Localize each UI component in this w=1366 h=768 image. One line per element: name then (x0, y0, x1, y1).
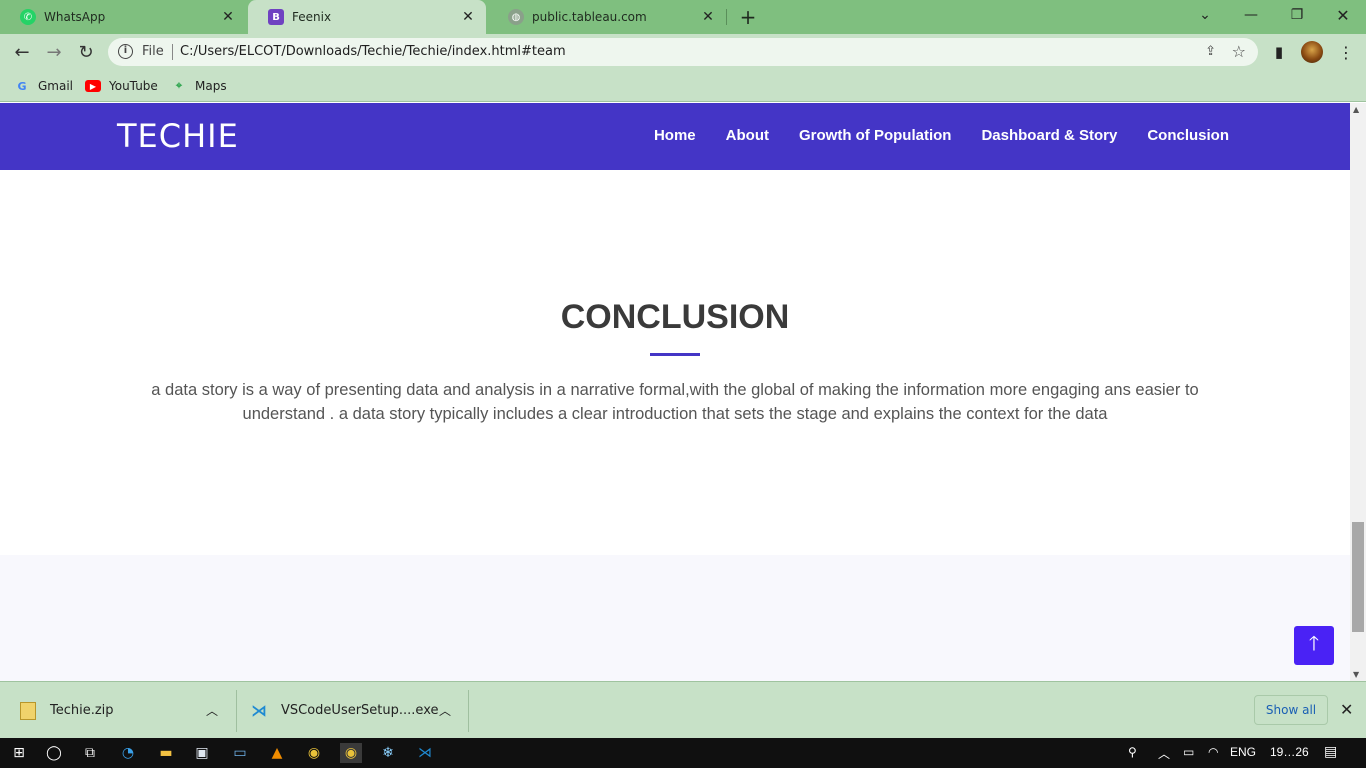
vscode-taskbar-icon[interactable]: ⋊ (414, 743, 436, 763)
download-filename: Techie.zip (50, 703, 114, 718)
edge-icon[interactable]: ◔ (117, 743, 139, 763)
show-all-button[interactable]: Show all (1254, 695, 1328, 725)
notifications-icon[interactable]: ▤ (1324, 743, 1337, 760)
windows-taskbar: ⊞ ◯ ⧉ ◔ ▬ ▣ ▭ ▲ ◉ ◉ ❄ ⋊ ⚲ ︿ ▭ ◠ ENG 19…2… (0, 738, 1366, 768)
minimize-button[interactable]: — (1228, 0, 1274, 30)
task-view-icon[interactable]: ⧉ (79, 743, 101, 763)
search-icon[interactable]: ◯ (43, 743, 65, 763)
tab-whatsapp[interactable]: ✆ WhatsApp ✕ (0, 0, 246, 34)
maps-icon: ⌖ (175, 79, 183, 92)
globe-icon: ◍ (508, 9, 524, 25)
tray-chevron-icon[interactable]: ︿ (1158, 745, 1170, 762)
nav-home[interactable]: Home (654, 127, 696, 144)
menu-kebab-icon[interactable]: ⋮ (1336, 42, 1356, 62)
language-indicator[interactable]: ENG (1230, 745, 1256, 759)
site-nav: Home About Growth of Population Dashboar… (654, 127, 1229, 144)
back-icon[interactable]: ← (11, 41, 33, 63)
close-download-bar-icon[interactable]: ✕ (1340, 700, 1353, 719)
title-underline (650, 353, 700, 356)
page-viewport: TECHIE Home About Growth of Population D… (0, 103, 1350, 681)
tab-tableau[interactable]: ◍ public.tableau.com ✕ (488, 0, 726, 34)
tab-feenix[interactable]: B Feenix ✕ (248, 0, 486, 34)
snipping-tool-icon[interactable]: ❄ (377, 743, 399, 763)
restore-button[interactable]: ❐ (1274, 0, 1320, 30)
file-explorer-icon[interactable]: ▬ (155, 743, 177, 763)
profile-avatar[interactable] (1301, 41, 1323, 63)
vlc-icon[interactable]: ▲ (266, 743, 288, 763)
page-scrollbar[interactable]: ▲ ▼ (1350, 103, 1366, 681)
scroll-up-icon[interactable]: ▲ (1353, 105, 1359, 114)
zip-file-icon (20, 701, 36, 720)
scrollbar-thumb[interactable] (1352, 522, 1364, 632)
bootstrap-icon: B (268, 9, 284, 25)
download-filename: VSCodeUserSetup....exe (281, 703, 439, 718)
scheme-label: File (142, 44, 164, 59)
section-title: CONCLUSION (560, 298, 790, 336)
chevron-up-icon[interactable]: ︿ (206, 702, 218, 719)
bookmark-maps[interactable]: ⌖ Maps (171, 77, 227, 95)
google-icon: G (17, 79, 27, 93)
tab-separator (726, 9, 727, 25)
bookmark-label: YouTube (109, 79, 158, 93)
new-tab-button[interactable]: + (738, 7, 758, 27)
nav-about[interactable]: About (726, 127, 769, 144)
store-icon[interactable]: ▣ (191, 743, 213, 763)
clock[interactable]: 19…26 (1270, 745, 1309, 759)
nav-conclusion[interactable]: Conclusion (1147, 127, 1229, 144)
download-item-techie-zip[interactable]: Techie.zip ︿ (20, 682, 230, 739)
bookmark-gmail[interactable]: G Gmail (14, 77, 73, 95)
nav-growth-of-population[interactable]: Growth of Population (799, 127, 951, 144)
nav-dashboard-story[interactable]: Dashboard & Story (981, 127, 1117, 144)
scroll-down-icon[interactable]: ▼ (1353, 670, 1359, 679)
site-info-icon[interactable]: i (118, 44, 133, 59)
tab-search-button[interactable]: ⌄ (1182, 0, 1228, 30)
vscode-icon: ⋊ (251, 701, 267, 720)
conclusion-section: CONCLUSION a data story is a way of pres… (0, 170, 1350, 555)
whatsapp-icon: ✆ (20, 9, 36, 25)
wifi-icon[interactable]: ◠ (1208, 745, 1218, 759)
close-tab-icon[interactable]: ✕ (700, 9, 716, 25)
browser-toolbar: ← → ↻ i File C:/Users/ELCOT/Downloads/Te… (0, 34, 1366, 70)
site-header: TECHIE Home About Growth of Population D… (0, 103, 1350, 170)
windows-start-icon[interactable]: ⊞ (8, 743, 30, 763)
bookmark-youtube[interactable]: ▶ YouTube (85, 77, 158, 95)
screen: ✆ WhatsApp ✕ B Feenix ✕ ◍ public.tableau… (0, 0, 1366, 768)
side-panel-icon[interactable]: ▮ (1269, 42, 1289, 62)
site-brand[interactable]: TECHIE (117, 117, 239, 155)
share-icon[interactable]: ⇪ (1205, 44, 1216, 59)
tab-title: WhatsApp (44, 10, 106, 24)
download-item-vscode[interactable]: ⋊ VSCodeUserSetup....exe ︿ (251, 682, 461, 739)
tab-title: Feenix (292, 10, 332, 24)
address-divider (172, 44, 173, 60)
address-bar[interactable]: i File C:/Users/ELCOT/Downloads/Techie/T… (108, 38, 1258, 66)
section-text: a data story is a way of presenting data… (151, 381, 1199, 423)
url-text[interactable]: C:/Users/ELCOT/Downloads/Techie/Techie/i… (180, 44, 566, 59)
close-window-button[interactable]: ✕ (1320, 0, 1366, 30)
close-tab-icon[interactable]: ✕ (460, 9, 476, 25)
bookmark-label: Maps (195, 79, 227, 93)
next-section (0, 555, 1350, 681)
tab-title: public.tableau.com (532, 10, 647, 24)
download-separator (236, 690, 237, 732)
people-icon[interactable]: ⚲ (1128, 745, 1137, 759)
bookmark-star-icon[interactable]: ☆ (1232, 42, 1246, 61)
reload-icon[interactable]: ↻ (75, 41, 97, 63)
bookmarks-bar: G Gmail ▶ YouTube ⌖ Maps (0, 70, 1366, 102)
chrome-active-icon[interactable]: ◉ (340, 743, 362, 763)
download-bar: Techie.zip ︿ ⋊ VSCodeUserSetup....exe ︿ … (0, 681, 1366, 738)
download-separator (468, 690, 469, 732)
tab-strip: ✆ WhatsApp ✕ B Feenix ✕ ◍ public.tableau… (0, 0, 1366, 34)
arrow-up-icon: 🡑 (1308, 630, 1320, 655)
bookmark-label: Gmail (38, 79, 74, 93)
forward-icon[interactable]: → (43, 41, 65, 63)
youtube-icon: ▶ (85, 80, 101, 92)
battery-icon[interactable]: ▭ (1183, 745, 1194, 759)
desktop-app-icon[interactable]: ▭ (229, 743, 251, 763)
close-tab-icon[interactable]: ✕ (220, 9, 236, 25)
chrome-icon[interactable]: ◉ (303, 743, 325, 763)
back-to-top-button[interactable]: 🡑 (1294, 626, 1334, 665)
chevron-up-icon[interactable]: ︿ (439, 702, 451, 719)
